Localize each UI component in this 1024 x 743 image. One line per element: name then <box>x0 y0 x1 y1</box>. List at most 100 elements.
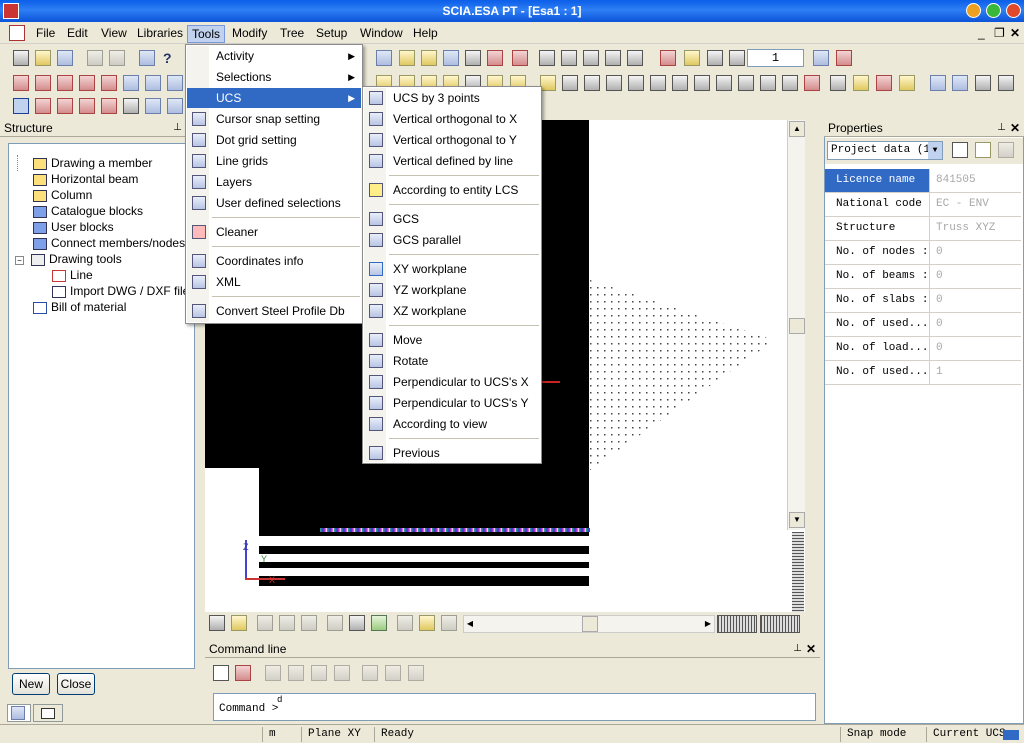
section-20-icon[interactable] <box>975 75 991 91</box>
prop-row-used-1[interactable]: No. of used... 0 <box>825 313 1021 337</box>
section-15-icon[interactable] <box>853 75 869 91</box>
prop-row-slabs[interactable]: No. of slabs : 0 <box>825 289 1021 313</box>
prop-row-beams[interactable]: No. of beams : 0 <box>825 265 1021 289</box>
tree-item-user-blocks[interactable]: User blocks <box>33 219 114 235</box>
beam-icon[interactable] <box>35 75 51 91</box>
book-icon[interactable] <box>583 50 599 66</box>
menu-item-layers[interactable]: Layers <box>187 172 361 192</box>
project-select[interactable]: Project data (1) ▼ <box>827 141 943 160</box>
prop-row-nodes[interactable]: No. of nodes : 0 <box>825 241 1021 265</box>
filter-1-icon[interactable] <box>13 98 29 114</box>
view-3d-icon[interactable] <box>209 615 225 631</box>
menu-item-activity[interactable]: Activity ▶ <box>187 46 361 66</box>
tab-window[interactable] <box>33 704 63 722</box>
mdi-close-icon[interactable]: ✕ <box>1010 26 1020 40</box>
funnel-icon[interactable] <box>975 142 991 158</box>
menu-window[interactable]: Window <box>356 25 407 43</box>
view-mesh-icon[interactable] <box>371 615 387 631</box>
zoom-all-icon[interactable] <box>167 75 183 91</box>
support-icon[interactable] <box>79 75 95 91</box>
prop-row-load[interactable]: No. of load... 0 <box>825 337 1021 361</box>
minimize-icon[interactable] <box>966 3 981 18</box>
new-button[interactable]: New <box>12 673 50 695</box>
print-preview-icon[interactable] <box>561 50 577 66</box>
ucs-vertical-y[interactable]: Vertical orthogonal to Y <box>364 130 540 150</box>
section-1-icon[interactable] <box>540 75 556 91</box>
redo-icon[interactable] <box>109 50 125 66</box>
section-8-icon[interactable] <box>694 75 710 91</box>
measure-icon[interactable] <box>836 50 852 66</box>
filter-8-icon[interactable] <box>167 98 183 114</box>
zoom-ratio-icon[interactable] <box>813 50 829 66</box>
command-pin-icon[interactable]: ⊥ <box>793 640 802 658</box>
tree-item-line[interactable]: Line <box>52 267 93 283</box>
filter-5-icon[interactable] <box>101 98 117 114</box>
section-13-icon[interactable] <box>804 75 820 91</box>
cmd-tool-1-icon[interactable] <box>265 665 281 681</box>
close-icon[interactable] <box>1006 3 1021 18</box>
lock-icon[interactable] <box>684 50 700 66</box>
ucs-rotate[interactable]: Rotate <box>364 351 540 371</box>
scroll-left-icon[interactable]: ◀ <box>464 616 476 632</box>
prop-row-licence[interactable]: Licence name 841505 <box>825 169 1021 193</box>
section-3-icon[interactable] <box>584 75 600 91</box>
view-support-icon[interactable] <box>257 615 273 631</box>
mdi-restore-icon[interactable]: ❐ <box>994 26 1005 40</box>
ucs-perp-y[interactable]: Perpendicular to UCS's Y <box>364 393 540 413</box>
document-2-icon[interactable] <box>605 50 621 66</box>
vertical-splitter[interactable] <box>792 532 804 612</box>
section-14-icon[interactable] <box>830 75 846 91</box>
section-7-icon[interactable] <box>672 75 688 91</box>
ucs-according-view[interactable]: According to view <box>364 414 540 434</box>
prop-row-national-code[interactable]: National code EC - ENV <box>825 193 1021 217</box>
maximize-icon[interactable] <box>986 3 1001 18</box>
menu-modify[interactable]: Modify <box>228 25 271 43</box>
close-button[interactable]: Close <box>57 673 95 695</box>
tree-item-connect[interactable]: Connect members/nodes <box>33 235 185 251</box>
select-pick-icon[interactable] <box>235 665 251 681</box>
menu-item-convert-steel[interactable]: Convert Steel Profile Db <box>187 301 361 321</box>
cmd-tool-3-icon[interactable] <box>311 665 327 681</box>
ucs-perp-x[interactable]: Perpendicular to UCS's X <box>364 372 540 392</box>
ucs-xy-workplane[interactable]: XY workplane <box>364 259 540 279</box>
command-close-icon[interactable]: ✕ <box>806 640 816 658</box>
hinge-icon[interactable] <box>101 75 117 91</box>
select-filter-icon[interactable] <box>952 142 968 158</box>
ucs-by-3-points[interactable]: UCS by 3 points <box>364 88 540 108</box>
ucs-previous[interactable]: Previous <box>364 443 540 463</box>
zoom-in-icon[interactable] <box>123 75 139 91</box>
frame-2-icon[interactable] <box>512 50 528 66</box>
horizontal-scrollbar[interactable]: ◀ ▶ <box>463 615 715 633</box>
menu-item-cleaner[interactable]: Cleaner <box>187 222 361 242</box>
ucs-yz-workplane[interactable]: YZ workplane <box>364 280 540 300</box>
view-props-icon[interactable] <box>419 615 435 631</box>
cmd-tool-5-icon[interactable] <box>362 665 378 681</box>
tree-item-column[interactable]: Column <box>33 187 92 203</box>
menu-view[interactable]: View <box>97 25 131 43</box>
section-6-icon[interactable] <box>650 75 666 91</box>
ucs-move[interactable]: Move <box>364 330 540 350</box>
prop-row-used-2[interactable]: No. of used... 1 <box>825 361 1021 385</box>
load-icon[interactable] <box>57 75 73 91</box>
pin-icon[interactable]: ⊥ <box>173 119 182 137</box>
edit-pencil-icon[interactable] <box>998 142 1014 158</box>
section-16-icon[interactable] <box>876 75 892 91</box>
zoom-out-icon[interactable] <box>145 75 161 91</box>
menu-item-selections[interactable]: Selections ▶ <box>187 67 361 87</box>
node-icon[interactable] <box>13 75 29 91</box>
ucs-gcs[interactable]: GCS <box>364 209 540 229</box>
tab-tree[interactable] <box>7 704 31 722</box>
view-tab-2[interactable] <box>760 615 800 633</box>
tree-item-bill-of-material[interactable]: Bill of material <box>33 299 126 315</box>
menu-item-user-selections[interactable]: User defined selections <box>187 193 361 213</box>
document-icon[interactable] <box>9 25 25 41</box>
cmd-tool-6-icon[interactable] <box>385 665 401 681</box>
section-19-icon[interactable] <box>952 75 968 91</box>
filter-2-icon[interactable] <box>35 98 51 114</box>
scroll-down-icon[interactable]: ▼ <box>789 512 805 528</box>
shading-icon[interactable] <box>421 50 437 66</box>
scroll-thumb[interactable] <box>789 318 805 334</box>
cmd-tool-7-icon[interactable] <box>408 665 424 681</box>
section-10-icon[interactable] <box>738 75 754 91</box>
section-21-icon[interactable] <box>998 75 1014 91</box>
